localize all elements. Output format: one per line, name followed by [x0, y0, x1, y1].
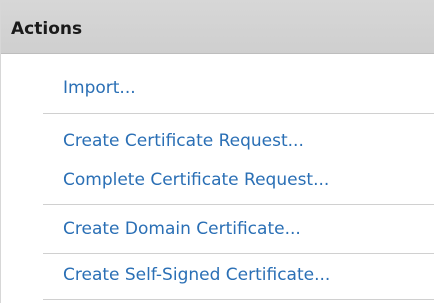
separator	[43, 299, 434, 300]
actions-title: Actions	[11, 19, 83, 39]
create-self-signed-certificate-link[interactable]: Create Self-Signed Certificate...	[63, 265, 330, 285]
actions-pane: Actions Import... Create Certificate Req…	[0, 0, 434, 303]
actions-header: Actions	[1, 0, 434, 54]
separator	[43, 113, 434, 114]
complete-certificate-request-link[interactable]: Complete Certificate Request...	[63, 170, 329, 190]
separator	[43, 204, 434, 205]
create-domain-certificate-link[interactable]: Create Domain Certificate...	[63, 219, 301, 239]
separator	[43, 253, 434, 254]
import-link[interactable]: Import...	[63, 78, 136, 98]
create-certificate-request-link[interactable]: Create Certificate Request...	[63, 131, 304, 151]
